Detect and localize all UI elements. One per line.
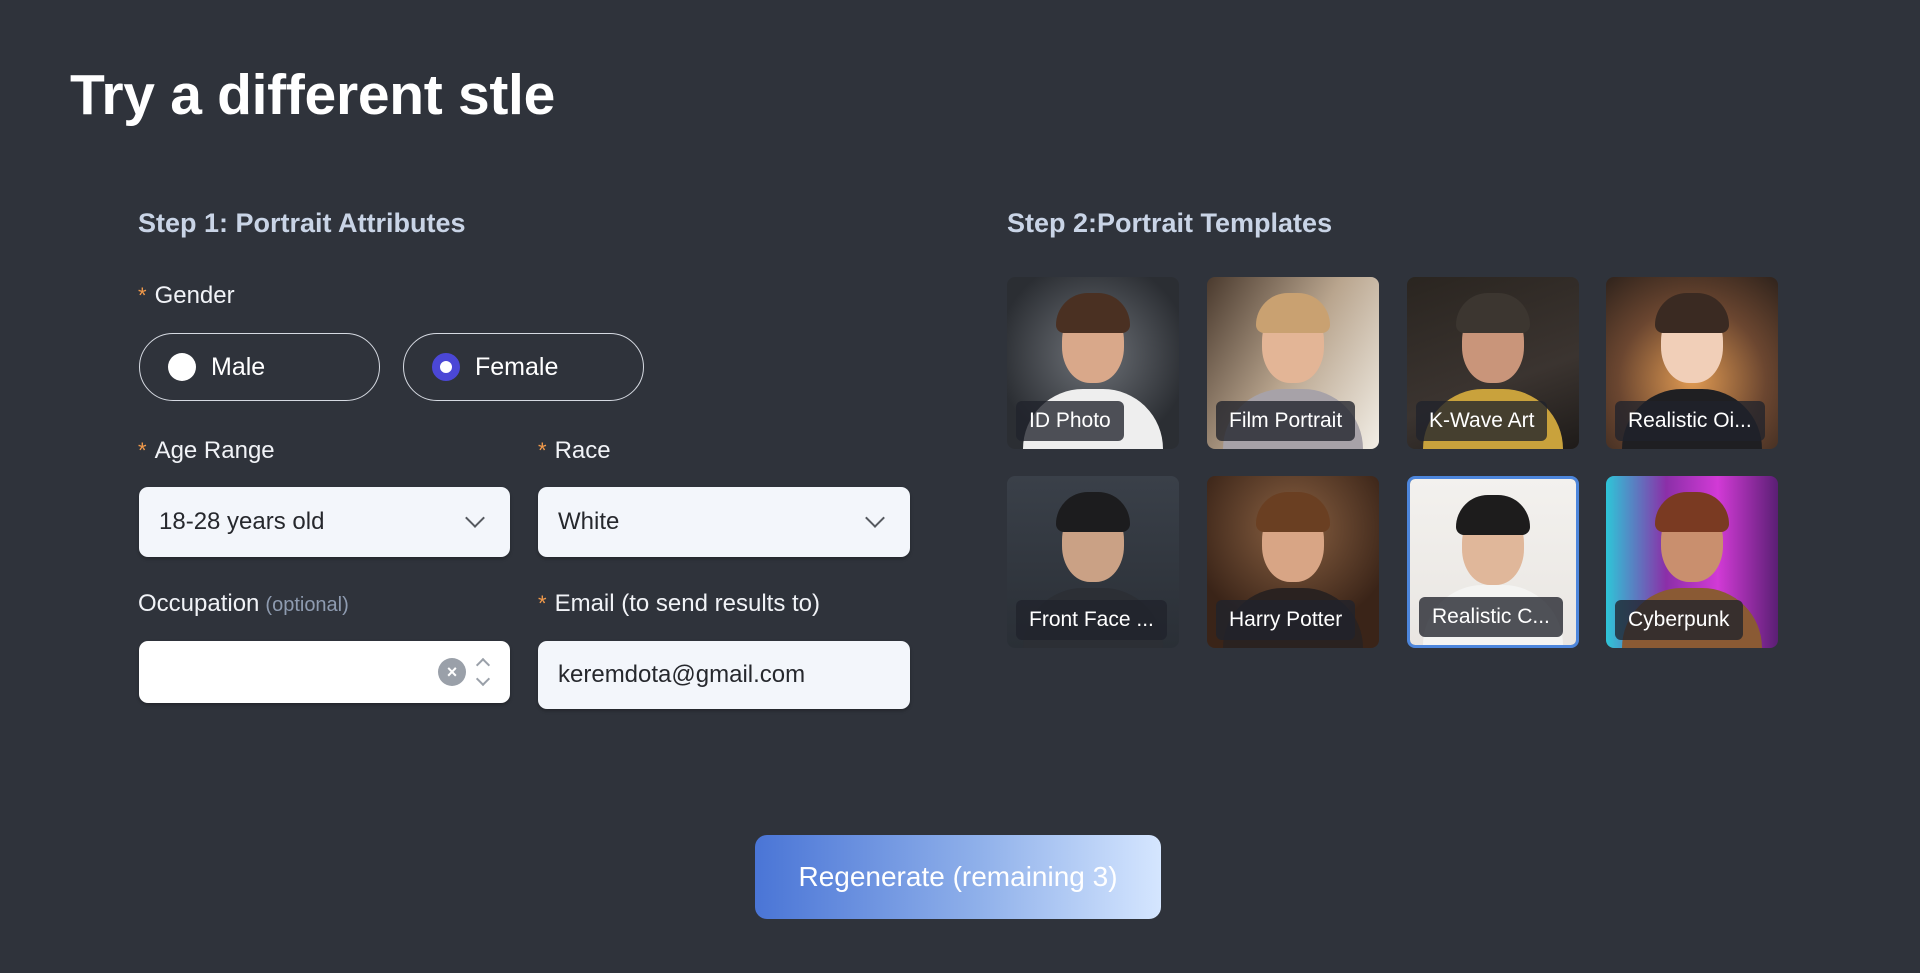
portrait-hair <box>1256 293 1330 333</box>
template-label: Realistic Oi... <box>1615 401 1765 441</box>
radio-unchecked-icon <box>168 353 196 381</box>
template-label: Realistic C... <box>1419 597 1563 637</box>
required-mark: * <box>138 283 147 308</box>
template-card[interactable]: Film Portrait <box>1207 277 1379 449</box>
template-card[interactable]: K-Wave Art <box>1407 277 1579 449</box>
occupation-label-text: Occupation <box>138 590 260 617</box>
email-input[interactable]: keremdota@gmail.com <box>538 641 910 709</box>
template-card[interactable]: Cyberpunk <box>1606 476 1778 648</box>
template-card[interactable]: Realistic Oi... <box>1606 277 1778 449</box>
spinner-icon[interactable] <box>475 656 491 688</box>
chevron-down-icon <box>865 508 885 528</box>
template-label: Harry Potter <box>1216 600 1356 640</box>
age-range-value: 18-28 years old <box>159 508 325 535</box>
portrait-hair <box>1256 492 1330 532</box>
radio-label: Male <box>211 352 266 381</box>
step2-title: Step 2:Portrait Templates <box>1007 208 1333 238</box>
page-title: Try a different stle <box>70 63 555 127</box>
portrait-hair <box>1056 492 1130 532</box>
template-label: K-Wave Art <box>1416 401 1548 441</box>
required-mark: * <box>538 438 547 463</box>
required-mark: * <box>138 438 147 463</box>
radio-label: Female <box>475 352 559 381</box>
chevron-down-icon <box>465 508 485 528</box>
email-label-text: Email (to send results to) <box>554 590 820 617</box>
template-label: Front Face ... <box>1016 600 1167 640</box>
gender-radio-male[interactable]: Male <box>139 333 380 401</box>
portrait-hair <box>1456 293 1530 333</box>
race-label: * Race <box>538 437 611 465</box>
race-value: White <box>558 508 620 535</box>
clear-icon[interactable]: × <box>438 658 466 686</box>
regenerate-button[interactable]: Regenerate (remaining 3) <box>755 835 1161 919</box>
optional-hint: (optional) <box>265 594 349 616</box>
email-label: * Email (to send results to) <box>538 590 820 618</box>
portrait-hair <box>1655 492 1729 532</box>
age-range-select[interactable]: 18-28 years old <box>139 487 510 557</box>
template-card[interactable]: ID Photo <box>1007 277 1179 449</box>
race-select[interactable]: White <box>538 487 910 557</box>
radio-checked-icon <box>432 353 460 381</box>
gender-label: * Gender <box>138 282 235 310</box>
template-label: Cyberpunk <box>1615 600 1743 640</box>
portrait-hair <box>1056 293 1130 333</box>
portrait-hair <box>1456 495 1530 535</box>
age-range-label: * Age Range <box>138 437 275 465</box>
gender-label-text: Gender <box>154 282 235 309</box>
gender-radio-female[interactable]: Female <box>403 333 644 401</box>
template-label: Film Portrait <box>1216 401 1356 441</box>
email-value: keremdota@gmail.com <box>558 661 806 688</box>
template-card[interactable]: Realistic C... <box>1407 476 1579 648</box>
chevron-up-icon <box>475 657 491 673</box>
chevron-down-icon <box>475 671 491 687</box>
step1-title: Step 1: Portrait Attributes <box>138 208 466 238</box>
race-label-text: Race <box>554 437 611 464</box>
template-card[interactable]: Harry Potter <box>1207 476 1379 648</box>
portrait-hair <box>1655 293 1729 333</box>
occupation-input[interactable]: × <box>139 641 510 703</box>
required-mark: * <box>538 591 547 616</box>
template-label: ID Photo <box>1016 401 1124 441</box>
template-card[interactable]: Front Face ... <box>1007 476 1179 648</box>
age-range-label-text: Age Range <box>154 437 275 464</box>
occupation-label: Occupation (optional) <box>138 590 349 618</box>
